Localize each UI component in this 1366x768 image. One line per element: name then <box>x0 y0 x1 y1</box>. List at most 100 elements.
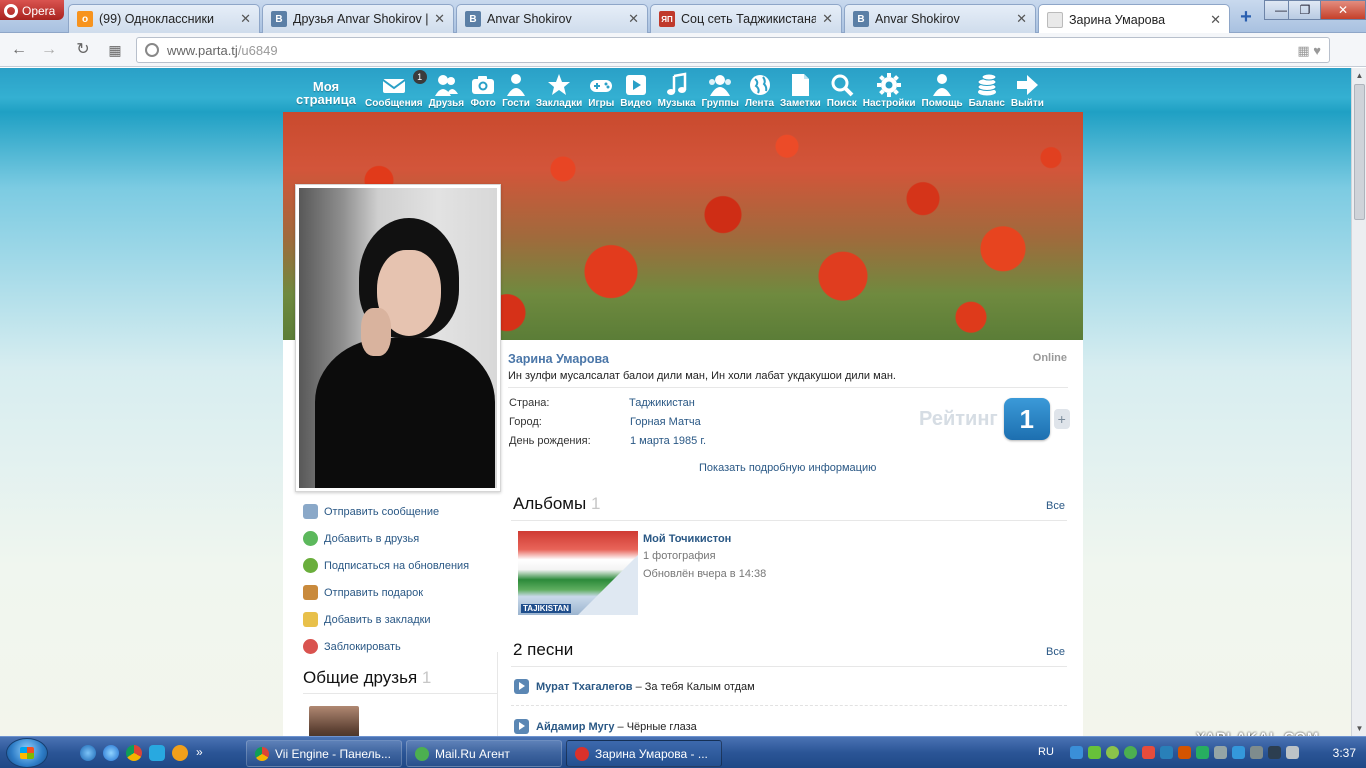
song-artist[interactable]: Мурат Тхагалегов <box>536 681 633 693</box>
tab-close-icon[interactable]: ✕ <box>1016 11 1027 27</box>
explorer-icon[interactable] <box>80 745 96 761</box>
tray-app-icon[interactable] <box>1070 746 1083 759</box>
info-value-link[interactable]: Таджикистан <box>629 397 695 409</box>
browser-tab[interactable]: B Друзья Anvar Shokirov | В ✕ <box>262 4 454 33</box>
menu-item-notes[interactable]: Заметки <box>780 72 821 109</box>
song-row[interactable]: Айдамир Мугу – Чёрные глаза <box>514 719 697 734</box>
show-more-info-link[interactable]: Показать подробную информацию <box>699 462 876 474</box>
menu-item-friends[interactable]: Друзья <box>429 72 464 109</box>
tab-close-icon[interactable]: ✕ <box>1210 12 1221 28</box>
tray-app-icon[interactable] <box>1250 746 1263 759</box>
tray-app-icon[interactable] <box>1106 746 1119 759</box>
clock[interactable]: 3:37 <box>1333 746 1356 760</box>
browser-tab-active[interactable]: Зарина Умарова ✕ <box>1038 4 1230 34</box>
menu-item-bookmarks[interactable]: Закладки <box>536 72 582 109</box>
albums-all-link[interactable]: Все <box>1046 500 1065 512</box>
page-scrollbar[interactable]: ▲ ▼ <box>1351 68 1366 736</box>
taskbar-button[interactable]: Mail.Ru Агент <box>406 740 562 767</box>
menu-item-guests[interactable]: Гости <box>502 72 530 109</box>
tray-app-icon[interactable] <box>1160 746 1173 759</box>
scroll-up-arrow-icon[interactable]: ▲ <box>1352 68 1366 83</box>
tray-app-icon[interactable] <box>1142 746 1155 759</box>
scroll-down-arrow-icon[interactable]: ▼ <box>1352 721 1366 736</box>
album-name-link[interactable]: Мой Точикистон <box>643 533 731 545</box>
menu-item-settings[interactable]: Настройки <box>863 72 916 109</box>
tab-close-icon[interactable]: ✕ <box>240 11 251 27</box>
tray-app-icon[interactable] <box>1178 746 1191 759</box>
tray-app-icon[interactable] <box>1214 746 1227 759</box>
menu-item-logout[interactable]: Выйти <box>1011 72 1044 109</box>
browser-tab[interactable]: ЯП Соц сеть Таджикистана ✕ <box>650 4 842 33</box>
new-tab-plus-icon[interactable]: + <box>1236 7 1256 28</box>
reload-icon[interactable]: ↻ <box>72 40 94 60</box>
info-value-link[interactable]: 1 марта 1985 г. <box>630 435 706 447</box>
song-artist[interactable]: Айдамир Мугу <box>536 721 614 733</box>
add-friend-link[interactable]: Добавить в друзья <box>303 531 419 546</box>
my-page-link[interactable]: Моя страница <box>290 80 362 106</box>
volume-icon[interactable] <box>1286 746 1299 759</box>
album-thumbnail[interactable]: TAJIKISTAN <box>518 531 638 615</box>
tray-app-icon[interactable] <box>1088 746 1101 759</box>
taskbar-button-active[interactable]: Зарина Умарова - ... <box>566 740 722 767</box>
bookmark-heart-icon[interactable]: ▦ ♥ <box>1297 43 1321 59</box>
menu-item-help[interactable]: Помощь <box>922 72 963 109</box>
play-icon[interactable] <box>514 719 529 734</box>
info-value-link[interactable]: Горная Матча <box>630 416 701 428</box>
add-bookmark-link[interactable]: Добавить в закладки <box>303 612 431 627</box>
albums-header[interactable]: Альбомы 1 <box>513 494 600 514</box>
quicklaunch-more-icon[interactable]: » <box>196 745 212 761</box>
send-gift-link[interactable]: Отправить подарок <box>303 585 423 600</box>
browser-tab[interactable]: B Anvar Shokirov ✕ <box>456 4 648 33</box>
common-friends-header[interactable]: Общие друзья 1 <box>303 668 431 688</box>
scrollbar-thumb[interactable] <box>1354 84 1365 220</box>
tab-title: Зарина Умарова <box>1069 12 1166 27</box>
menu-item-feed[interactable]: Лента <box>745 72 774 109</box>
messages-badge: 1 <box>412 70 427 84</box>
menu-item-video[interactable]: Видео <box>620 72 652 109</box>
menu-item-label: Поиск <box>826 98 857 109</box>
tab-close-icon[interactable]: ✕ <box>434 11 445 27</box>
menu-item-search[interactable]: Поиск <box>827 72 857 109</box>
tray-app-icon[interactable] <box>1196 746 1209 759</box>
back-arrow-icon[interactable]: ← <box>8 40 30 60</box>
menu-item-groups[interactable]: Группы <box>702 72 739 109</box>
chrome-icon[interactable] <box>126 745 142 761</box>
tray-app-icon[interactable] <box>1124 746 1137 759</box>
friend-avatar[interactable] <box>309 706 359 736</box>
mail-agent-icon[interactable] <box>172 745 188 761</box>
network-icon[interactable] <box>1268 746 1281 759</box>
menu-item-games[interactable]: Игры <box>588 72 614 109</box>
opera-menu-button[interactable]: Opera <box>0 0 64 20</box>
skype-icon[interactable] <box>149 745 165 761</box>
forward-arrow-icon[interactable]: → <box>38 40 60 60</box>
browser-tab[interactable]: B Anvar Shokirov ✕ <box>844 4 1036 33</box>
subscribe-link[interactable]: Подписаться на обновления <box>303 558 469 573</box>
songs-all-link[interactable]: Все <box>1046 646 1065 658</box>
menu-item-label: Баланс <box>968 98 1005 109</box>
rating-plus-button[interactable]: + <box>1053 409 1070 429</box>
start-button[interactable] <box>6 738 48 768</box>
speed-dial-grid-icon[interactable]: ▦ <box>104 40 126 60</box>
browser-tab[interactable]: о (99) Одноклассники ✕ <box>68 4 260 33</box>
block-icon <box>303 639 318 654</box>
menu-item-photo[interactable]: Фото <box>470 72 496 109</box>
menu-item-music[interactable]: Музыка <box>658 72 696 109</box>
url-input[interactable]: www.parta.tj/u6849 ▦ ♥ <box>136 37 1330 63</box>
profile-photo[interactable] <box>295 184 501 492</box>
menu-item-balance[interactable]: Баланс <box>969 72 1005 109</box>
block-user-link[interactable]: Заблокировать <box>303 639 401 654</box>
songs-header[interactable]: 2 песни <box>513 640 573 660</box>
internet-explorer-icon[interactable] <box>103 745 119 761</box>
maximize-icon[interactable]: ❐ <box>1288 0 1322 20</box>
play-icon[interactable] <box>514 679 529 694</box>
tab-close-icon[interactable]: ✕ <box>822 11 833 27</box>
song-row[interactable]: Мурат Тхагалегов – За тебя Калым отдам <box>514 679 755 694</box>
language-indicator[interactable]: RU <box>1038 746 1054 758</box>
send-message-link[interactable]: Отправить сообщение <box>303 504 439 519</box>
tab-close-icon[interactable]: ✕ <box>628 11 639 27</box>
menu-item-messages[interactable]: 1 Сообщения <box>365 70 427 109</box>
taskbar-button[interactable]: Vii Engine - Панель... <box>246 740 402 767</box>
site-info-icon[interactable] <box>145 43 159 57</box>
tray-app-icon[interactable] <box>1232 746 1245 759</box>
close-window-icon[interactable]: ✕ <box>1320 0 1366 20</box>
